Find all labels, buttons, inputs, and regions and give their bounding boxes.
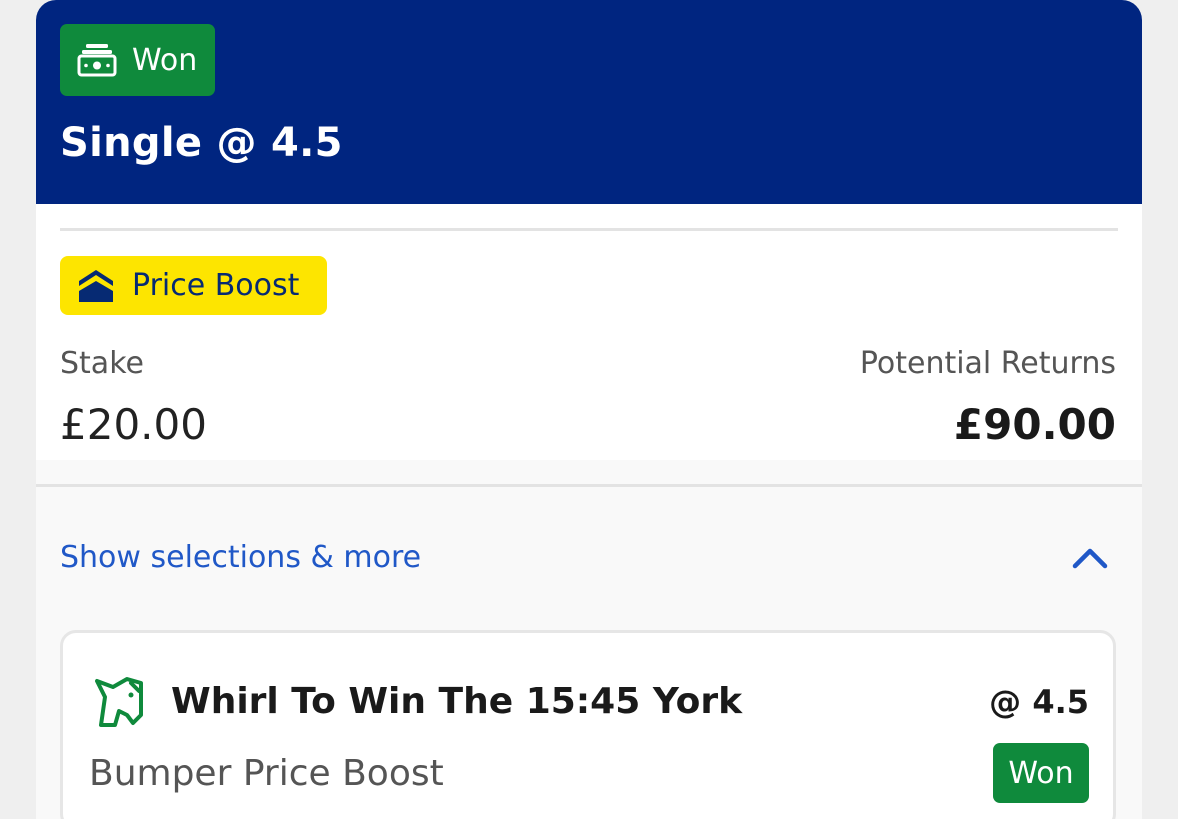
divider (36, 484, 1142, 487)
stake-value: £20.00 (60, 400, 207, 449)
price-boost-badge: Price Boost (60, 256, 327, 315)
selection-market: Bumper Price Boost (89, 753, 444, 794)
selection-odds: @ 4.5 (989, 683, 1089, 721)
stake-label: Stake (60, 346, 144, 381)
selection-status-badge: Won (993, 743, 1089, 803)
potential-returns-value: £90.00 (953, 400, 1116, 449)
bet-title: Single @ 4.5 (60, 120, 343, 166)
bet-status-label: Won (132, 42, 198, 78)
cash-icon (77, 44, 117, 77)
selections-section: Show selections & more Whirl To Win The … (36, 460, 1142, 819)
chevron-up-icon[interactable] (1072, 542, 1108, 570)
bet-header: Won Single @ 4.5 (36, 0, 1142, 204)
horse-racing-icon (95, 677, 143, 727)
bet-status-badge: Won (60, 24, 215, 96)
show-selections-link[interactable]: Show selections & more (60, 540, 421, 575)
price-boost-icon (79, 269, 113, 302)
bet-card: Won Single @ 4.5 Price Boost Stake £20.0… (36, 0, 1142, 819)
selection-title: Whirl To Win The 15:45 York (171, 681, 743, 722)
potential-returns-label: Potential Returns (859, 346, 1116, 381)
divider (60, 228, 1118, 231)
price-boost-label: Price Boost (132, 268, 300, 303)
selection-item: Whirl To Win The 15:45 York @ 4.5 Bumper… (60, 630, 1116, 819)
